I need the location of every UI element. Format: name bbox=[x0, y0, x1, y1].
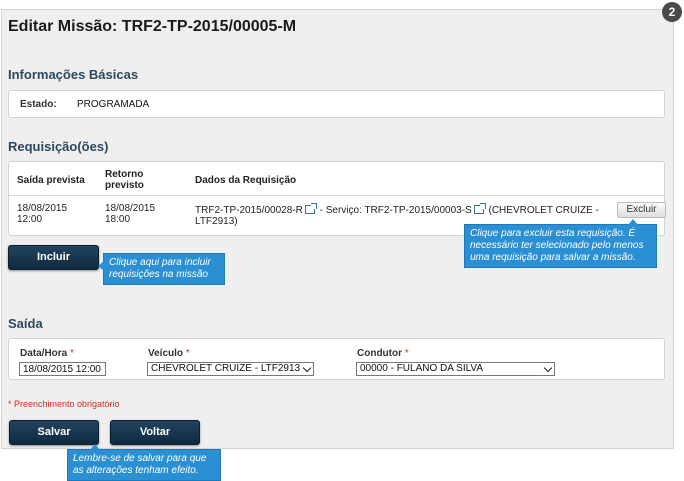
salvar-button[interactable]: Salvar bbox=[9, 420, 99, 445]
condutor-selected-value: 00000 - FULANO DA SILVA bbox=[360, 363, 484, 374]
table-header: Saída prevista Retorno previsto Dados da… bbox=[9, 162, 664, 196]
excluir-tooltip: Clique para excluir esta requisição. É n… bbox=[464, 219, 657, 268]
veiculo-label: Veículo * bbox=[148, 348, 190, 359]
external-link-icon[interactable] bbox=[304, 203, 317, 214]
datahora-label: Data/Hora * bbox=[20, 348, 74, 359]
condutor-label: Condutor * bbox=[357, 348, 409, 359]
requisicao-link[interactable]: TRF2-TP-2015/00028-R bbox=[195, 205, 303, 216]
external-link-icon[interactable] bbox=[473, 203, 486, 214]
estado-value: PROGRAMADA bbox=[77, 99, 150, 110]
veiculo-select[interactable]: CHEVROLET CRUIZE - LTF2913 bbox=[147, 362, 314, 376]
info-section-title: Informações Básicas bbox=[8, 67, 139, 82]
header-saida: Saída prevista bbox=[17, 175, 85, 186]
requisicoes-section-title: Requisição(ões) bbox=[8, 139, 109, 154]
condutor-select[interactable]: 00000 - FULANO DA SILVA bbox=[356, 362, 555, 376]
header-retorno: Retorno previsto bbox=[105, 169, 144, 191]
servico-prefix: - Serviço: bbox=[316, 205, 365, 216]
voltar-button[interactable]: Voltar bbox=[110, 420, 200, 445]
incluir-tooltip: Clique aqui para incluir requisições na … bbox=[98, 253, 225, 285]
excluir-button[interactable]: Excluir bbox=[617, 202, 666, 218]
estado-label: Estado: bbox=[20, 99, 57, 110]
page-title: Editar Missão: TRF2-TP-2015/00005-M bbox=[8, 18, 297, 35]
chevron-down-icon bbox=[302, 363, 312, 373]
info-panel: Estado: PROGRAMADA bbox=[8, 90, 665, 118]
header-dados: Dados da Requisição bbox=[195, 175, 297, 186]
saida-section-title: Saída bbox=[8, 316, 43, 331]
required-note: * Preenchimento obrigatório bbox=[8, 399, 120, 409]
veiculo-selected-value: CHEVROLET CRUIZE - LTF2913 bbox=[151, 363, 301, 374]
salvar-tooltip: Lembre-se de salvar para que as alteraçõ… bbox=[67, 444, 221, 481]
saida-panel: Data/Hora * Veículo * CHEVROLET CRUIZE -… bbox=[8, 338, 665, 380]
chevron-down-icon bbox=[543, 363, 553, 373]
required-mark: * bbox=[404, 348, 409, 359]
required-mark: * bbox=[185, 348, 190, 359]
incluir-button[interactable]: Incluir bbox=[8, 245, 99, 270]
row-retorno: 18/08/2015 18:00 bbox=[105, 203, 156, 225]
step-badge: 2 bbox=[662, 2, 682, 22]
required-mark: * bbox=[70, 348, 74, 359]
datahora-input[interactable] bbox=[19, 362, 106, 376]
row-saida: 18/08/2015 12:00 bbox=[17, 203, 68, 225]
servico-link[interactable]: TRF2-TP-2015/00003-S bbox=[364, 205, 471, 216]
